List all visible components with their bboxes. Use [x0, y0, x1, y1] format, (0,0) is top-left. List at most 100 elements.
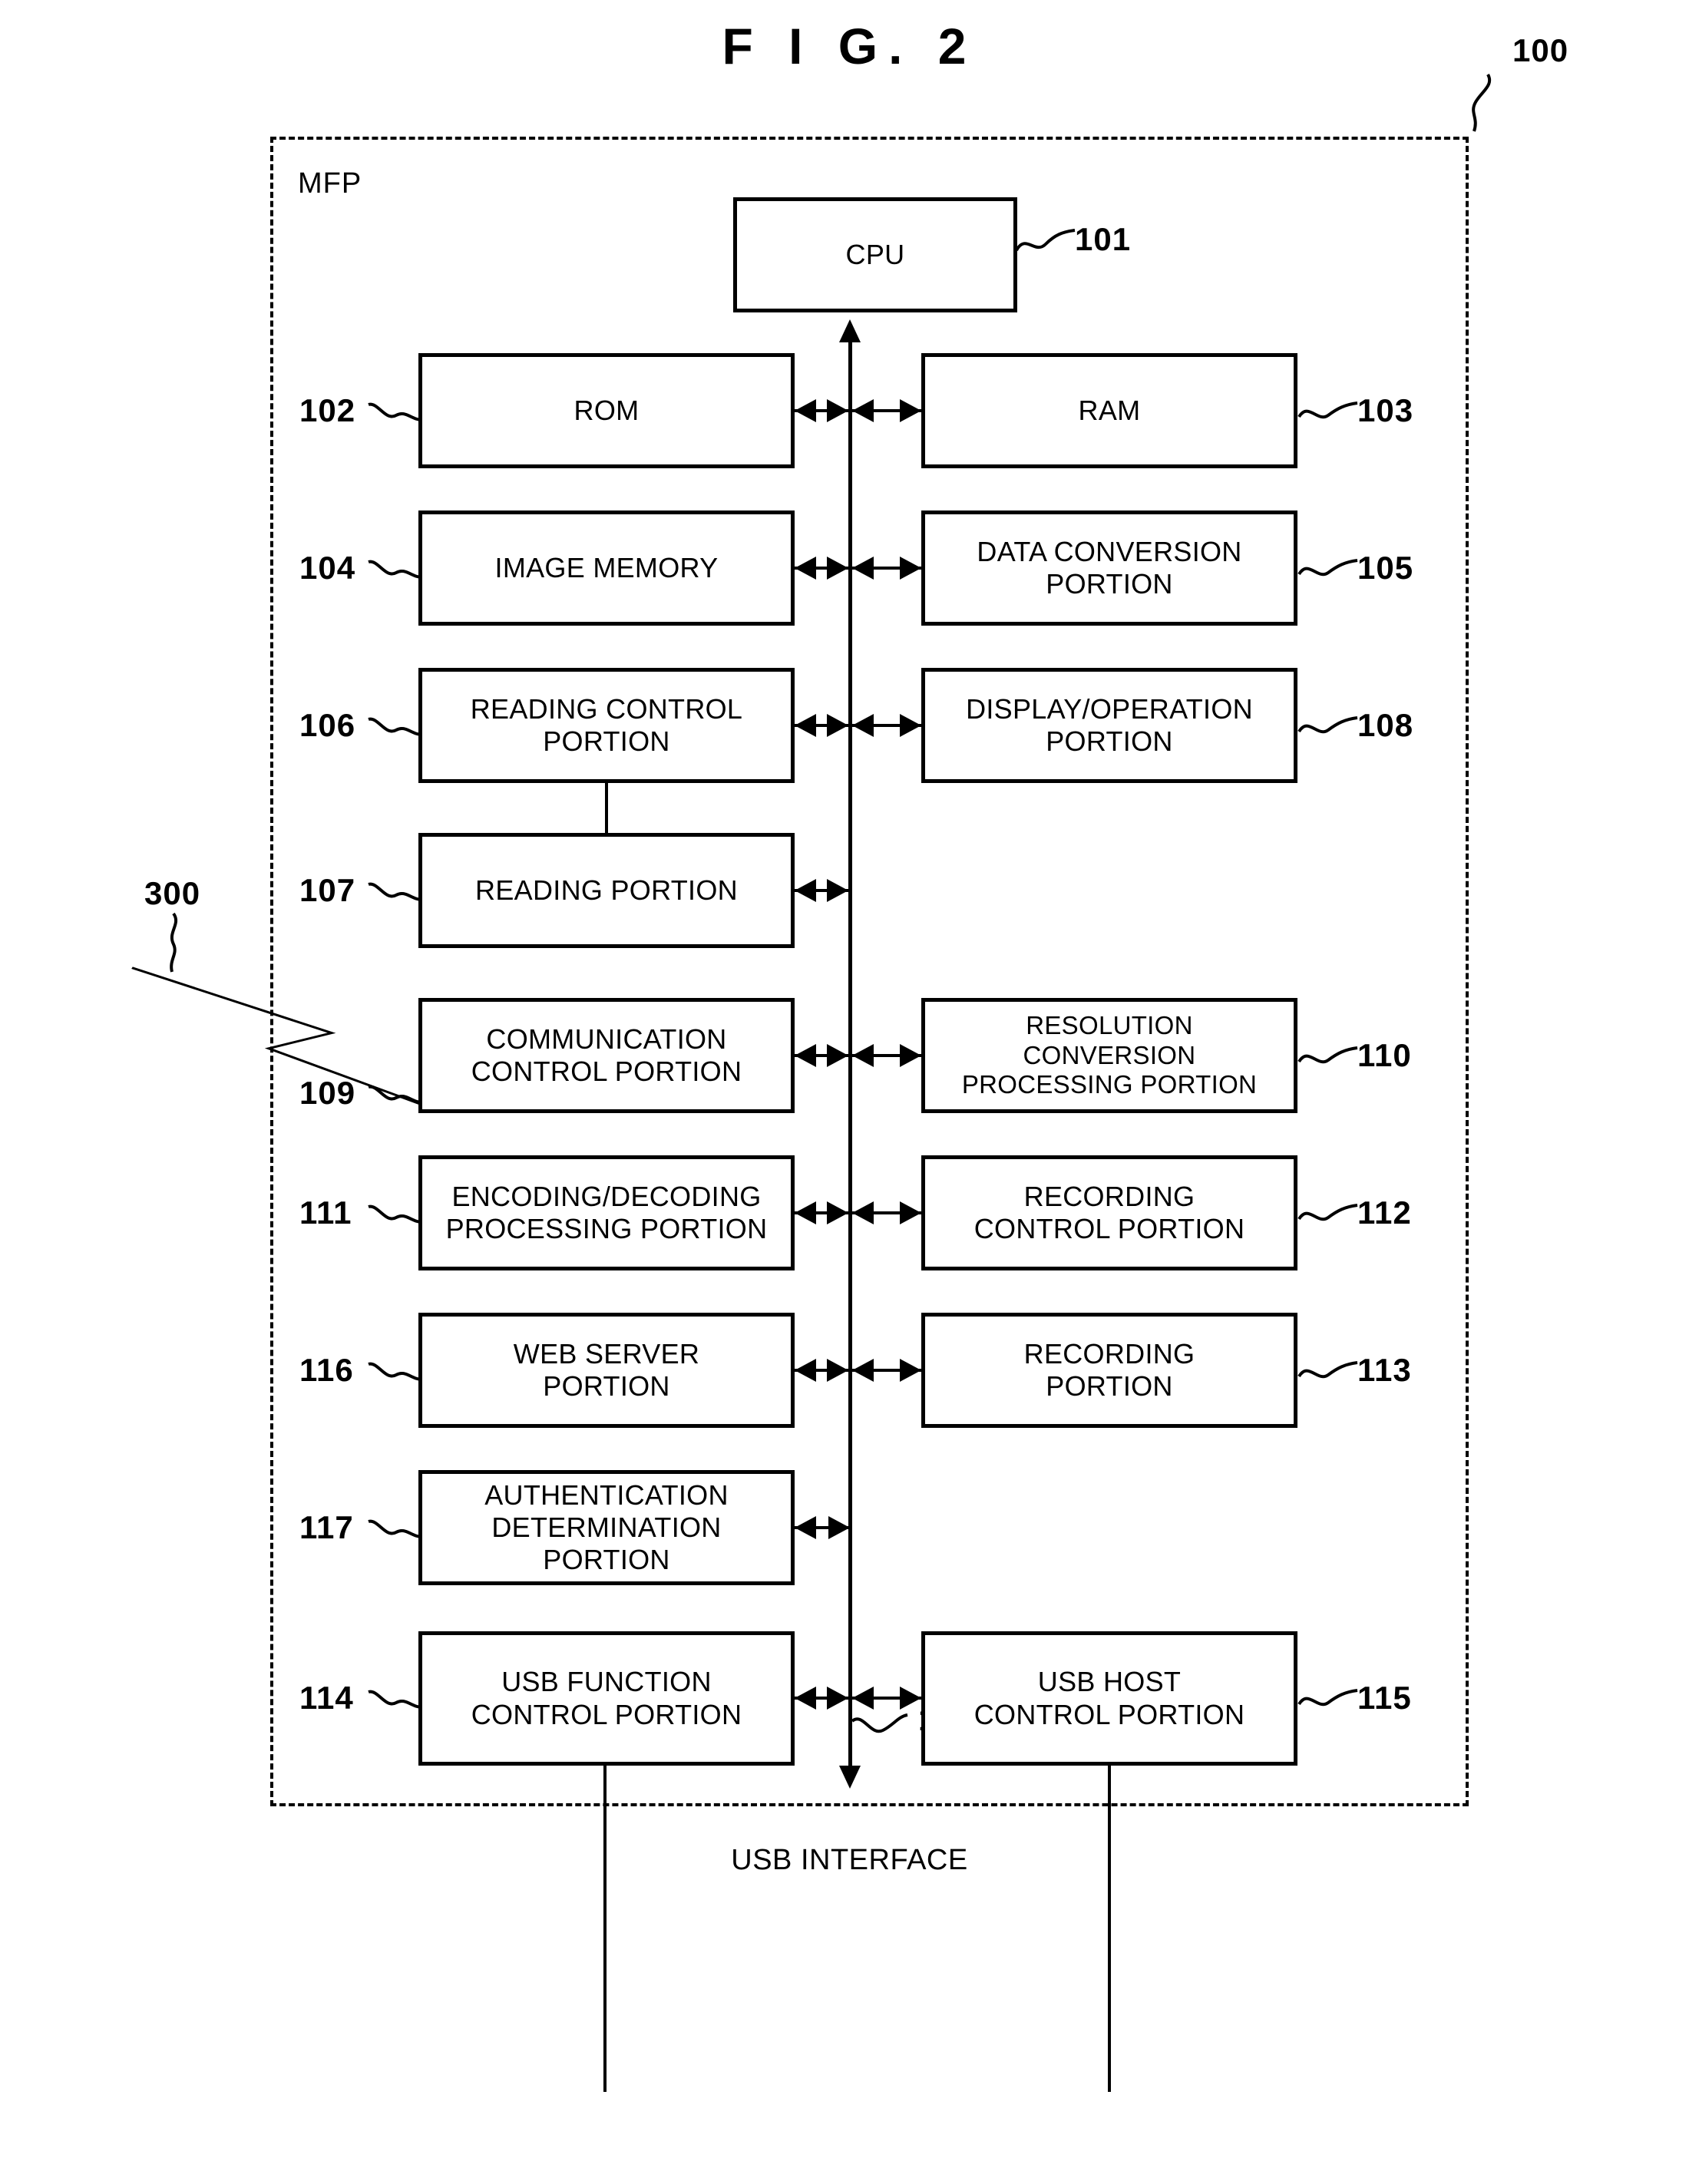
leader-line-107 [368, 882, 423, 901]
arrowhead-right-icon [827, 1201, 848, 1224]
arrowhead-left-icon [795, 714, 816, 737]
block-communication-control-portion-line-1: CONTROL PORTION [471, 1056, 742, 1087]
ref-numeral-104: 104 [299, 550, 356, 586]
block-ram[interactable]: RAM [921, 353, 1297, 468]
block-cpu-line-0: CPU [845, 238, 905, 270]
arrowhead-right-icon [900, 1687, 921, 1710]
arrowhead-left-icon [795, 879, 816, 902]
block-ram-line-0: RAM [1078, 394, 1141, 426]
arrowhead-left-icon [852, 557, 874, 580]
block-communication-control-portion[interactable]: COMMUNICATION CONTROL PORTION [418, 998, 795, 1113]
leader-line-115 [1297, 1689, 1358, 1707]
bus-arrowhead-up-icon [839, 319, 861, 342]
block-reading-control-portion-line-0: READING CONTROL [470, 692, 743, 725]
block-resolution-conversion-processing-portion-line-1: CONVERSION [1023, 1040, 1196, 1069]
ref-numeral-101: 101 [1075, 221, 1132, 257]
block-cpu[interactable]: CPU [733, 197, 1017, 312]
ref-numeral-106: 106 [299, 707, 356, 743]
arrowhead-right-icon [828, 1516, 850, 1539]
block-reading-portion[interactable]: READING PORTION [418, 833, 795, 948]
mfp-label: MFP [298, 167, 362, 200]
block-usb-function-control-portion-line-0: USB FUNCTION [501, 1666, 712, 1698]
bus-arrowhead-down-icon [839, 1766, 861, 1789]
leader-line-101 [1015, 229, 1076, 252]
block-display-operation-portion[interactable]: DISPLAY/OPERATION PORTION [921, 668, 1297, 783]
block-image-memory-line-0: IMAGE MEMORY [494, 551, 719, 583]
block-usb-function-control-portion[interactable]: USB FUNCTION CONTROL PORTION [418, 1631, 795, 1766]
arrowhead-left-icon [795, 1687, 816, 1710]
block-recording-portion[interactable]: RECORDING PORTION [921, 1313, 1297, 1428]
usb-function-external-line [603, 1766, 607, 2092]
ref-numeral-300: 300 [144, 875, 201, 911]
usb-interface-label: USB INTERFACE [731, 1844, 968, 1876]
ref-numeral-117: 117 [299, 1509, 354, 1545]
block-reading-portion-line-0: READING PORTION [475, 874, 738, 906]
arrowhead-right-icon [827, 1687, 848, 1710]
leader-line-103 [1297, 401, 1358, 419]
leader-line-111 [368, 1204, 423, 1224]
arrowhead-right-icon [827, 557, 848, 580]
block-rom[interactable]: ROM [418, 353, 795, 468]
block-usb-function-control-portion-line-1: CONTROL PORTION [471, 1698, 742, 1730]
ref-numeral-112: 112 [1357, 1194, 1412, 1231]
block-authentication-determination-portion[interactable]: AUTHENTICATION DETERMINATION PORTION [418, 1470, 795, 1585]
leader-line-110 [1297, 1046, 1358, 1064]
block-reading-control-portion-line-1: PORTION [543, 725, 670, 757]
arrowhead-right-icon [900, 399, 921, 422]
arrowhead-left-icon [795, 1359, 816, 1382]
leader-line-104 [368, 560, 423, 579]
arrowhead-left-icon [852, 1201, 874, 1224]
block-recording-portion-line-0: RECORDING [1023, 1337, 1195, 1370]
arrowhead-left-icon [795, 399, 816, 422]
figure-title: F I G. 2 [722, 18, 977, 74]
arrowhead-left-icon [795, 1201, 816, 1224]
figure-canvas: F I G. 2 100 MFP 121 300 CPU 101 ROM 102… [0, 0, 1699, 2184]
ref-numeral-114: 114 [299, 1680, 354, 1716]
arrowhead-right-icon [827, 714, 848, 737]
block-authentication-determination-portion-line-0: AUTHENTICATION [484, 1479, 729, 1511]
block-encoding-decoding-processing-portion-line-1: PROCESSING PORTION [445, 1213, 768, 1244]
block-resolution-conversion-processing-portion-line-2: PROCESSING PORTION [961, 1070, 1258, 1099]
block-web-server-portion[interactable]: WEB SERVER PORTION [418, 1313, 795, 1428]
ref-numeral-111: 111 [299, 1194, 352, 1231]
leader-line-109 [368, 1085, 423, 1104]
block-image-memory[interactable]: IMAGE MEMORY [418, 510, 795, 626]
leader-line-100 [1472, 74, 1491, 132]
block-encoding-decoding-processing-portion[interactable]: ENCODING/DECODING PROCESSING PORTION [418, 1155, 795, 1270]
block-reading-control-portion[interactable]: READING CONTROL PORTION [418, 668, 795, 783]
arrowhead-left-icon [795, 1516, 816, 1539]
arrowhead-left-icon [795, 557, 816, 580]
block-display-operation-portion-line-0: DISPLAY/OPERATION [966, 692, 1253, 725]
ref-numeral-109: 109 [299, 1075, 356, 1111]
block-display-operation-portion-line-1: PORTION [1046, 725, 1173, 757]
leader-line-108 [1297, 716, 1358, 734]
ref-numeral-107: 107 [299, 872, 356, 908]
arrowhead-right-icon [900, 714, 921, 737]
ref-numeral-105: 105 [1357, 550, 1414, 586]
ref-numeral-116: 116 [299, 1352, 354, 1388]
block-web-server-portion-line-0: WEB SERVER [513, 1337, 700, 1370]
leader-line-114 [368, 1690, 423, 1709]
block-recording-control-portion[interactable]: RECORDING CONTROL PORTION [921, 1155, 1297, 1270]
block-authentication-determination-portion-line-1: DETERMINATION [491, 1511, 722, 1543]
block-resolution-conversion-processing-portion[interactable]: RESOLUTION CONVERSION PROCESSING PORTION [921, 998, 1297, 1113]
block-data-conversion-portion[interactable]: DATA CONVERSION PORTION [921, 510, 1297, 626]
arrowhead-right-icon [900, 557, 921, 580]
block-recording-portion-line-1: PORTION [1046, 1370, 1173, 1402]
leader-line-112 [1297, 1204, 1358, 1221]
arrowhead-right-icon [900, 1044, 921, 1067]
arrowhead-right-icon [827, 1044, 848, 1067]
block-encoding-decoding-processing-portion-line-0: ENCODING/DECODING [451, 1180, 762, 1212]
arrowhead-right-icon [827, 1359, 848, 1382]
ref-numeral-100: 100 [1512, 32, 1569, 68]
block-authentication-determination-portion-line-2: PORTION [543, 1544, 670, 1576]
block-recording-control-portion-line-0: RECORDING [1023, 1180, 1195, 1212]
block-rom-line-0: ROM [573, 394, 640, 426]
ref-numeral-113: 113 [1357, 1352, 1412, 1388]
block-usb-host-control-portion[interactable]: USB HOST CONTROL PORTION [921, 1631, 1297, 1766]
leader-line-105 [1297, 559, 1358, 577]
block-data-conversion-portion-line-0: DATA CONVERSION [977, 535, 1242, 567]
arrowhead-left-icon [852, 1687, 874, 1710]
arrowhead-left-icon [852, 1044, 874, 1067]
arrowhead-left-icon [852, 714, 874, 737]
